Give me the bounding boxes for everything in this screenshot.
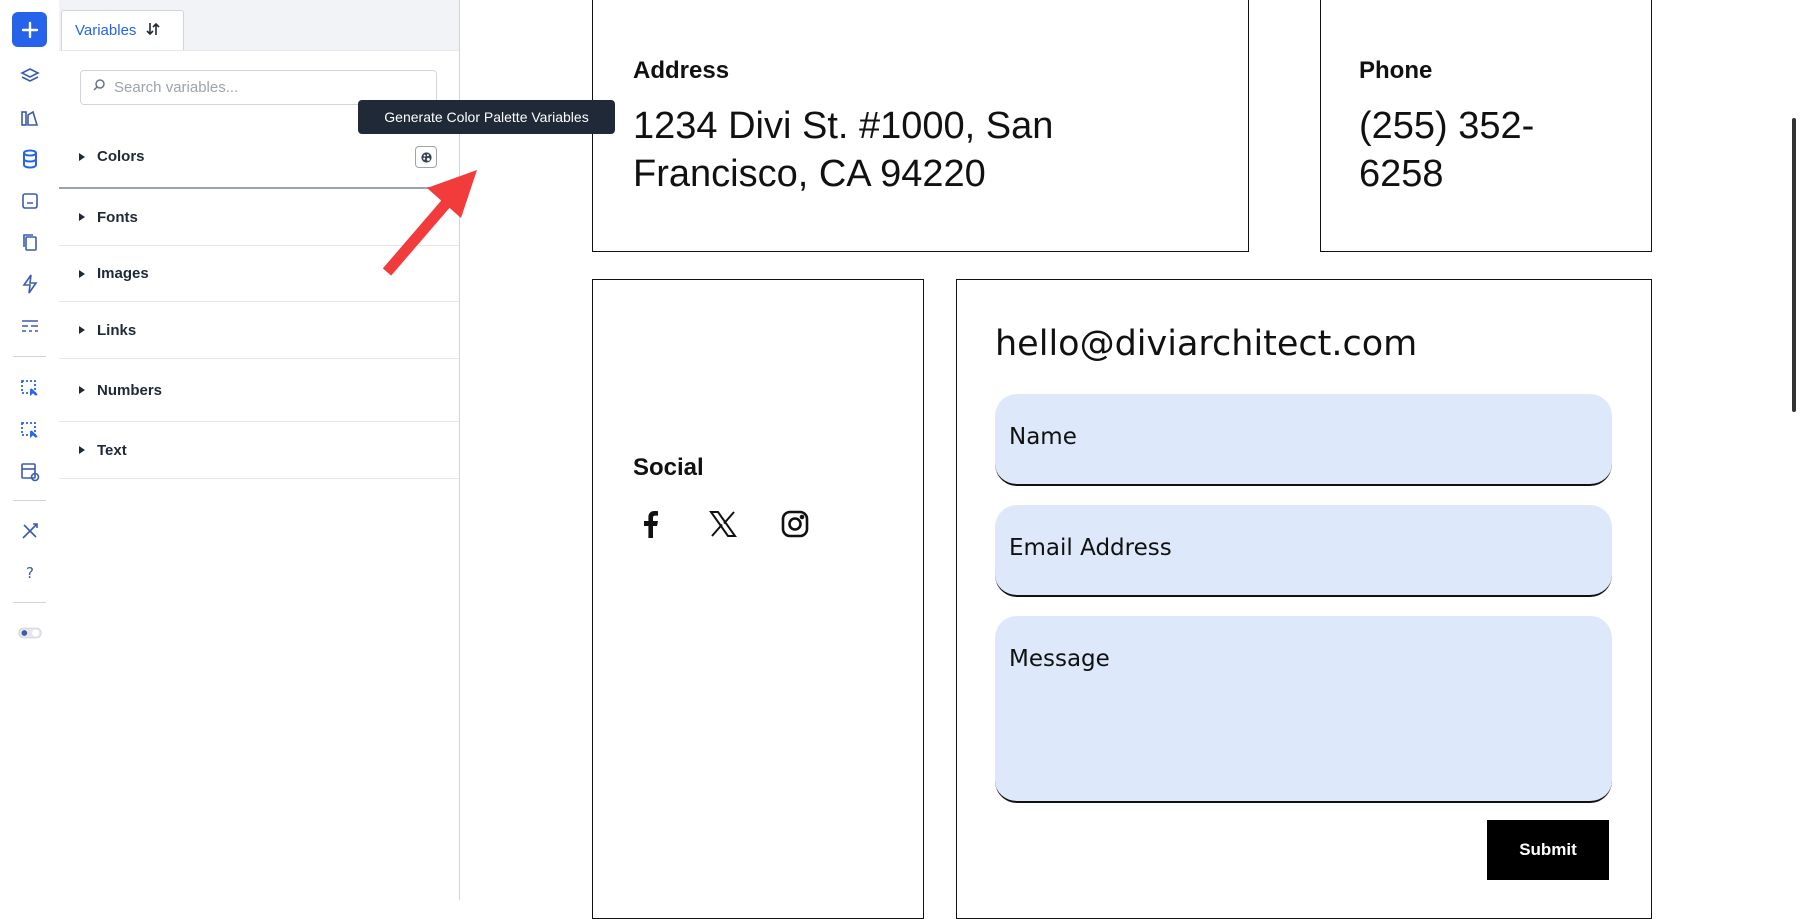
caret-right-icon — [79, 326, 85, 334]
add-icon[interactable] — [12, 12, 47, 47]
caret-right-icon — [79, 269, 85, 278]
name-field[interactable]: Name — [995, 394, 1612, 486]
template-preview-icon[interactable] — [12, 454, 47, 489]
caret-right-icon — [79, 213, 85, 221]
page-canvas: Address 1234 Divi St. #1000, San Francis… — [460, 0, 1800, 919]
category-label: Text — [97, 441, 127, 459]
layers-icon[interactable] — [12, 59, 47, 94]
theme-toggle-icon[interactable] — [12, 615, 47, 650]
facebook-icon[interactable] — [633, 506, 669, 542]
phone-card[interactable]: Phone (255) 352-6258 — [1320, 0, 1652, 252]
email-field[interactable]: Email Address — [995, 505, 1612, 597]
instagram-icon[interactable] — [777, 506, 813, 542]
caret-right-icon — [79, 386, 85, 394]
social-card[interactable]: Social — [592, 279, 924, 919]
category-label: Images — [97, 265, 149, 282]
social-label: Social — [633, 454, 704, 481]
tools-icon[interactable] — [12, 513, 47, 548]
caret-right-icon — [79, 152, 85, 161]
submit-button[interactable]: Submit — [1487, 820, 1609, 880]
pages-icon[interactable] — [12, 224, 47, 259]
builder-icon-rail: ? — [0, 0, 60, 900]
variables-database-icon[interactable] — [12, 141, 47, 176]
category-label: Colors — [97, 148, 145, 165]
layout-sections-icon[interactable] — [12, 308, 47, 343]
presets-icon[interactable] — [12, 183, 47, 218]
search-input[interactable] — [112, 78, 416, 97]
address-label: Address — [633, 57, 730, 84]
rail-divider — [13, 500, 46, 501]
category-numbers[interactable]: Numbers — [59, 359, 459, 422]
rail-divider — [13, 356, 46, 357]
phone-value: (255) 352-6258 — [1359, 105, 1535, 195]
phone-label: Phone — [1359, 57, 1433, 84]
address-value: 1234 Divi St. #1000, San Francisco, CA 9… — [633, 105, 1054, 195]
tooltip: Generate Color Palette Variables — [358, 100, 615, 134]
page-scrollbar[interactable] — [1792, 118, 1796, 412]
search-icon — [92, 78, 106, 97]
category-label: Fonts — [97, 208, 138, 226]
panel-tab-bar: Variables — [59, 0, 459, 51]
category-text[interactable]: Text — [59, 422, 459, 479]
sort-icon[interactable] — [145, 21, 161, 41]
multi-select-icon[interactable] — [12, 412, 47, 447]
tab-variables[interactable]: Variables — [61, 10, 184, 50]
caret-right-icon — [79, 446, 85, 454]
category-label: Links — [97, 321, 137, 339]
help-icon[interactable]: ? — [12, 555, 47, 590]
svg-text:?: ? — [26, 564, 34, 582]
x-icon[interactable] — [705, 506, 741, 542]
category-label: Numbers — [97, 381, 163, 399]
social-icons — [633, 506, 813, 542]
contact-form-card: hello@diviarchitect.com Name Email Addre… — [956, 279, 1652, 919]
category-links[interactable]: Links — [59, 302, 459, 359]
message-field[interactable]: Message — [995, 616, 1612, 803]
variables-panel: Variables Colors Fonts Images Links Numb… — [59, 0, 615, 900]
email-address[interactable]: hello@diviarchitect.com — [995, 324, 1417, 364]
select-element-icon[interactable] — [12, 370, 47, 405]
annotation-arrow-icon — [382, 170, 477, 276]
library-icon[interactable] — [12, 100, 47, 135]
bolt-icon[interactable] — [12, 266, 47, 301]
rail-divider — [13, 602, 46, 603]
tab-variables-label: Variables — [75, 22, 137, 39]
address-card[interactable]: Address 1234 Divi St. #1000, San Francis… — [592, 0, 1249, 252]
